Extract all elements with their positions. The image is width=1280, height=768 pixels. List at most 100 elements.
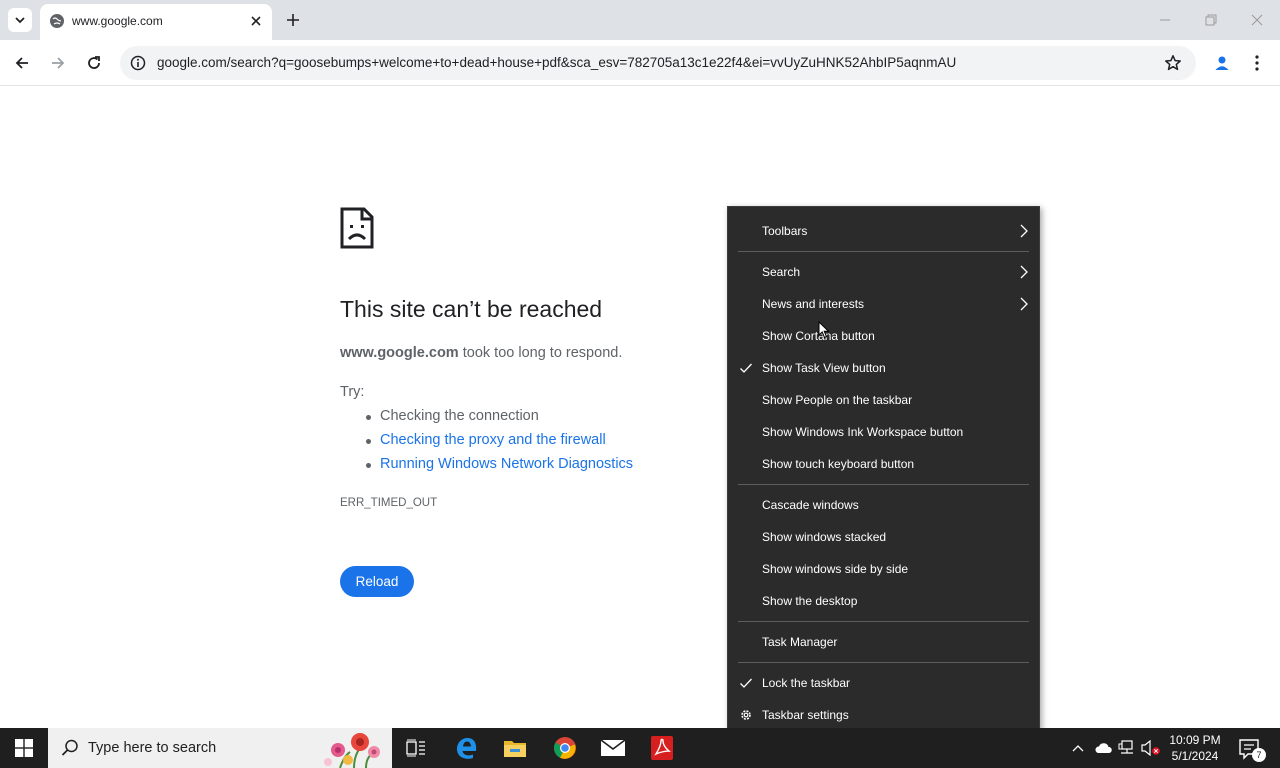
try-label: Try: xyxy=(340,384,365,400)
arrow-right-icon xyxy=(52,57,65,69)
menu-item-label: Show touch keyboard button xyxy=(762,457,915,471)
chevron-down-icon xyxy=(15,17,25,24)
mail-button[interactable] xyxy=(589,728,637,768)
tab-close-button[interactable] xyxy=(246,11,266,31)
tab-search-button[interactable] xyxy=(8,8,32,32)
sad-page-icon xyxy=(340,207,374,249)
minimize-button[interactable] xyxy=(1150,6,1180,34)
show-hidden-icons-button[interactable] xyxy=(1068,738,1088,758)
tab-strip: www.google.com xyxy=(0,0,1280,40)
info-icon xyxy=(130,55,146,71)
chevron-up-icon xyxy=(1072,745,1084,752)
menu-item-show-people[interactable]: Show People on the taskbar xyxy=(728,384,1039,416)
error-host: www.google.com xyxy=(340,345,459,361)
menu-separator xyxy=(738,251,1029,252)
network-button[interactable] xyxy=(1117,738,1137,758)
menu-separator xyxy=(738,621,1029,622)
menu-item-show-desktop[interactable]: Show the desktop xyxy=(728,585,1039,617)
volume-muted-icon xyxy=(1141,740,1160,756)
menu-item-label: Show Windows Ink Workspace button xyxy=(762,425,964,439)
menu-item-windows-stacked[interactable]: Show windows stacked xyxy=(728,521,1039,553)
close-window-button[interactable] xyxy=(1242,6,1272,34)
error-code: ERR_TIMED_OUT xyxy=(340,497,438,509)
volume-button[interactable] xyxy=(1141,738,1161,758)
menu-item-show-task-view[interactable]: Show Task View button xyxy=(728,352,1039,384)
menu-item-label: Search xyxy=(762,265,801,279)
menu-item-show-windows-ink[interactable]: Show Windows Ink Workspace button xyxy=(728,416,1039,448)
network-icon xyxy=(1118,740,1133,754)
gear-icon xyxy=(741,710,751,720)
taskbar-clock[interactable]: 10:09 PM 5/1/2024 xyxy=(1164,732,1226,764)
acrobat-icon xyxy=(651,736,673,760)
windows-logo-icon xyxy=(15,739,33,757)
menu-item-news-and-interests[interactable]: News and interests xyxy=(728,288,1039,320)
close-icon xyxy=(1251,14,1263,26)
onedrive-button[interactable] xyxy=(1093,738,1113,758)
start-button[interactable] xyxy=(0,728,48,768)
menu-item-show-cortana[interactable]: Show Cortana button xyxy=(728,320,1039,352)
menu-item-lock-taskbar[interactable]: Lock the taskbar xyxy=(728,667,1039,699)
suggestion-list: Checking the connection Checking the pro… xyxy=(362,408,633,480)
menu-item-label: Show the desktop xyxy=(762,594,858,608)
profile-button[interactable] xyxy=(1208,49,1236,77)
search-icon xyxy=(61,739,78,756)
mail-icon xyxy=(600,739,626,756)
menu-item-label: Cascade windows xyxy=(762,498,859,512)
menu-item-toolbars[interactable]: Toolbars xyxy=(728,215,1039,247)
taskbar: Type here to search 10:09 PM 5/1/2024 7 xyxy=(0,728,1280,768)
notification-count-badge: 7 xyxy=(1252,748,1266,762)
new-tab-button[interactable] xyxy=(282,9,304,31)
chevron-right-icon xyxy=(1020,297,1028,311)
back-button[interactable] xyxy=(8,49,36,77)
chrome-button[interactable] xyxy=(541,728,589,768)
checkmark-icon xyxy=(740,363,752,373)
cloud-icon xyxy=(1095,743,1112,753)
minimize-icon xyxy=(1160,19,1170,21)
tab-title: www.google.com xyxy=(72,14,163,28)
bookmark-button[interactable] xyxy=(1162,52,1184,74)
edge-button[interactable] xyxy=(443,728,491,768)
suggestion-check-connection: Checking the connection xyxy=(362,408,633,432)
menu-item-windows-side-by-side[interactable]: Show windows side by side xyxy=(728,553,1039,585)
menu-item-show-touch-keyboard[interactable]: Show touch keyboard button xyxy=(728,448,1039,480)
chevron-right-icon xyxy=(1020,224,1028,238)
suggestion-check-proxy-link[interactable]: Checking the proxy and the firewall xyxy=(362,432,633,456)
menu-item-label: Show People on the taskbar xyxy=(762,393,913,407)
restore-button[interactable] xyxy=(1196,6,1226,34)
menu-item-label: News and interests xyxy=(762,297,865,311)
suggestion-network-diagnostics-link[interactable]: Running Windows Network Diagnostics xyxy=(362,456,633,480)
taskbar-search-box[interactable]: Type here to search xyxy=(48,728,392,768)
browser-menu-button[interactable] xyxy=(1245,49,1269,77)
menu-separator xyxy=(738,662,1029,663)
menu-item-label: Toolbars xyxy=(762,224,808,238)
error-message: took too long to respond. xyxy=(458,345,623,361)
mouse-cursor-icon xyxy=(818,321,830,339)
browser-tab[interactable]: www.google.com xyxy=(40,4,272,40)
refresh-icon xyxy=(88,56,100,69)
chrome-icon xyxy=(554,737,576,759)
person-icon xyxy=(1215,56,1229,70)
flowers-illustration-icon xyxy=(324,733,380,768)
menu-item-label: Show windows stacked xyxy=(762,530,887,544)
reload-button[interactable]: Reload xyxy=(340,566,414,597)
task-view-button[interactable] xyxy=(392,728,440,768)
acrobat-button[interactable] xyxy=(638,728,686,768)
search-placeholder: Type here to search xyxy=(88,740,217,756)
error-description: www.google.com took too long to respond. xyxy=(340,345,622,361)
address-bar[interactable]: google.com/search?q=goosebumps+welcome+t… xyxy=(120,46,1196,80)
menu-item-search[interactable]: Search xyxy=(728,256,1039,288)
menu-item-task-manager[interactable]: Task Manager xyxy=(728,626,1039,658)
restore-icon xyxy=(1205,14,1217,26)
edge-icon xyxy=(457,738,477,759)
file-explorer-button[interactable] xyxy=(491,728,539,768)
clock-date: 5/1/2024 xyxy=(1171,749,1219,763)
kebab-menu-icon xyxy=(1255,55,1259,71)
plus-icon xyxy=(287,14,299,26)
menu-item-cascade-windows[interactable]: Cascade windows xyxy=(728,489,1039,521)
menu-item-taskbar-settings[interactable]: Taskbar settings xyxy=(728,699,1039,731)
forward-button[interactable] xyxy=(44,49,72,77)
site-info-button[interactable] xyxy=(128,53,148,73)
reload-page-button[interactable] xyxy=(80,49,108,77)
menu-item-label: Show Task View button xyxy=(762,361,886,375)
url-text[interactable]: google.com/search?q=goosebumps+welcome+t… xyxy=(157,55,956,70)
